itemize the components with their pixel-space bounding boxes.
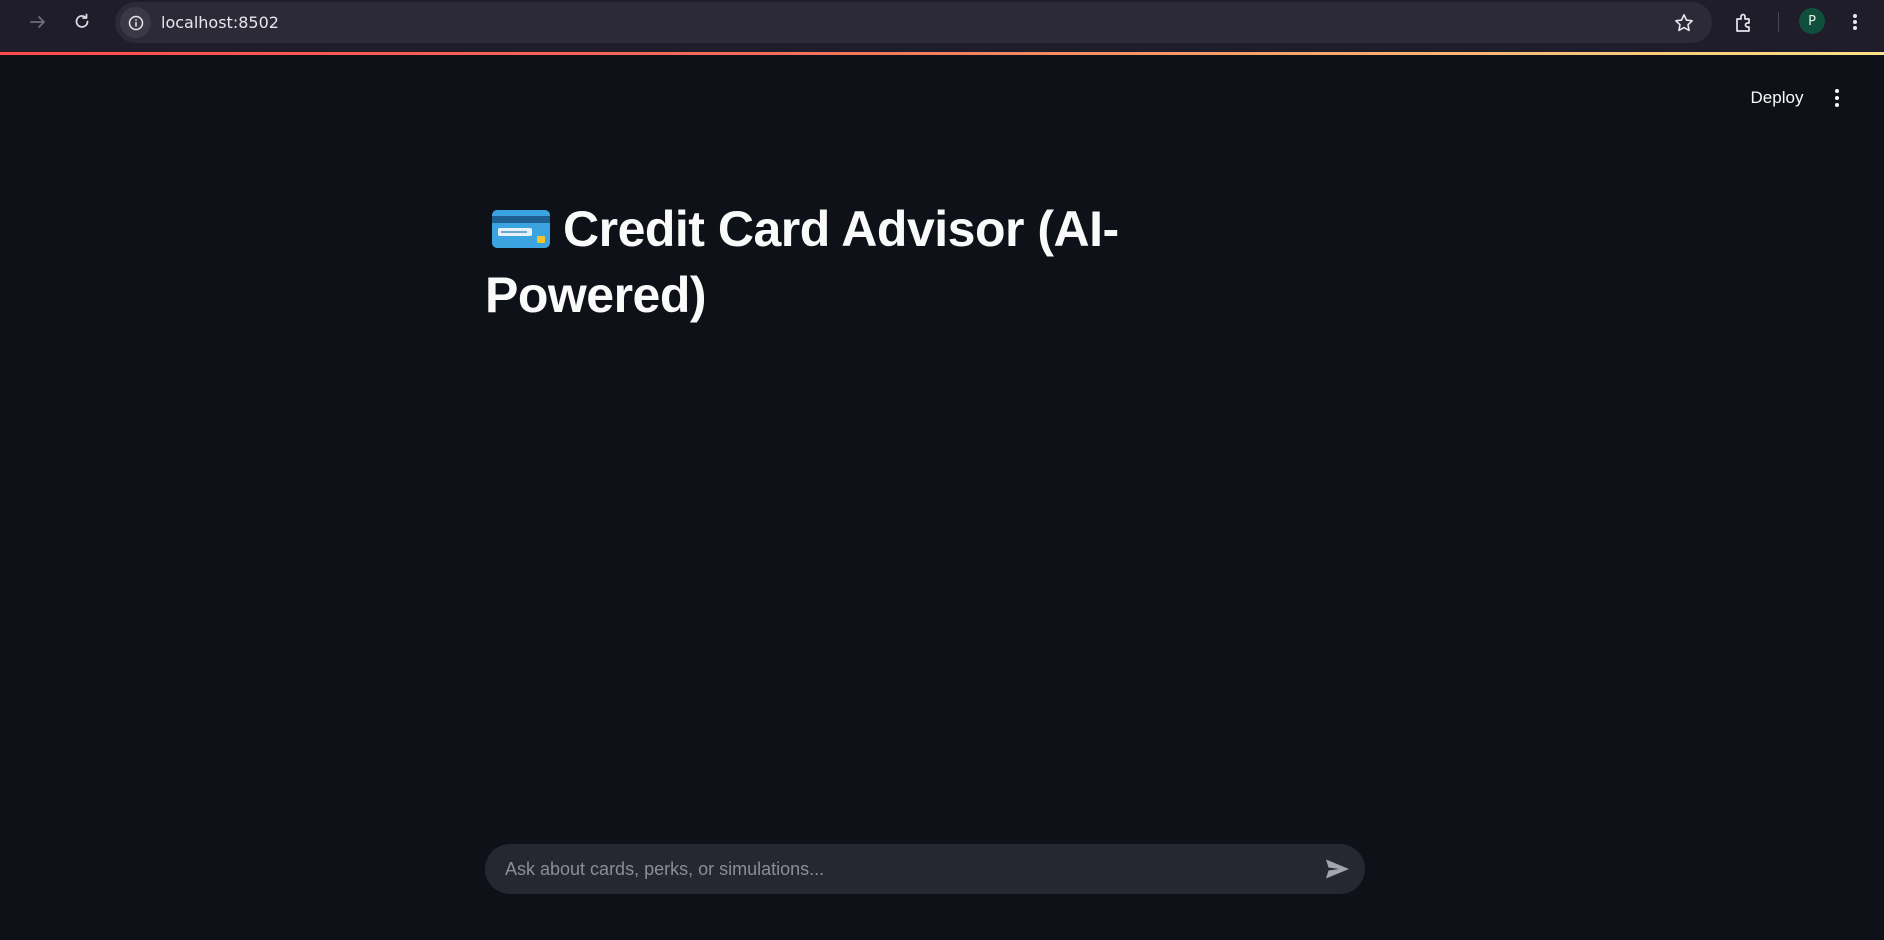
address-bar[interactable]: localhost:8502 xyxy=(115,2,1712,43)
title-text: Credit Card Advisor (AI-Powered) xyxy=(485,201,1119,323)
bookmark-star-icon[interactable] xyxy=(1673,12,1695,34)
profile-avatar[interactable]: P xyxy=(1799,8,1825,34)
deploy-button[interactable]: Deploy xyxy=(1742,84,1812,112)
extensions-icon[interactable] xyxy=(1731,10,1757,36)
info-icon xyxy=(128,15,143,30)
credit-card-icon xyxy=(492,210,550,248)
toolbar-divider xyxy=(1778,12,1779,32)
send-icon xyxy=(1326,859,1349,879)
main-menu-button[interactable] xyxy=(1826,84,1848,112)
url-text[interactable]: localhost:8502 xyxy=(161,13,279,32)
send-button[interactable] xyxy=(1323,856,1351,882)
menu-dot xyxy=(1835,103,1839,107)
app-decoration-bar xyxy=(0,52,1884,55)
reload-icon xyxy=(75,13,89,28)
site-info-button[interactable] xyxy=(120,7,151,38)
reload-button[interactable] xyxy=(68,9,96,35)
page-title: Credit Card Advisor (AI-Powered) xyxy=(485,196,1205,328)
more-vertical-icon[interactable] xyxy=(1842,8,1868,36)
arrow-right-icon xyxy=(30,16,45,28)
browser-toolbar: localhost:8502 P xyxy=(0,0,1884,52)
chat-input[interactable] xyxy=(505,844,1285,894)
menu-dot xyxy=(1835,89,1839,93)
forward-button[interactable] xyxy=(24,9,52,35)
chat-input-container xyxy=(485,844,1365,894)
menu-dot xyxy=(1835,96,1839,100)
